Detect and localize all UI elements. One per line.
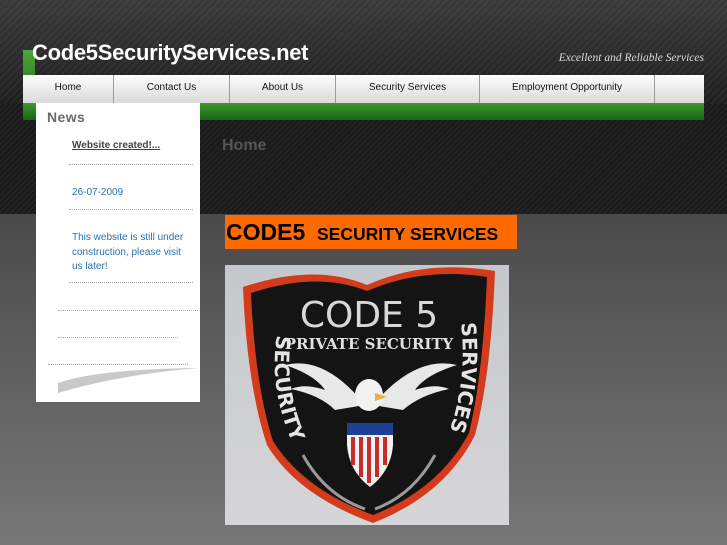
nav-home[interactable]: Home [23, 75, 114, 103]
news-item-date: 26-07-2009 [72, 187, 124, 198]
swoosh-decoration [58, 368, 198, 393]
main-nav: Home Contact Us About Us Security Servic… [23, 75, 704, 103]
nav-security-services[interactable]: Security Services [336, 75, 480, 103]
site-title[interactable]: Code5SecurityServices.net [32, 40, 309, 66]
site-tagline: Excellent and Reliable Services [558, 52, 704, 64]
nav-empty-slot [655, 75, 704, 103]
banner-code5: CODE5 [226, 219, 306, 245]
news-title: News [47, 109, 86, 125]
badge-line2: PRIVATE SECURITY [285, 335, 454, 353]
page-title: Home [222, 137, 267, 154]
company-banner: CODE5 SECURITY SERVICES [225, 215, 517, 249]
divider [69, 209, 193, 210]
news-item-link[interactable]: Website created!... [72, 140, 160, 151]
news-sidebar: News Website created!... 26-07-2009 This… [36, 103, 200, 402]
divider [58, 310, 198, 311]
divider [69, 164, 193, 165]
security-badge-photo: CODE 5 PRIVATE SECURITY SECURITY SERVICE… [225, 265, 509, 525]
nav-contact-us[interactable]: Contact Us [114, 75, 230, 103]
divider [69, 282, 193, 283]
news-item-text: This website is still under construction… [72, 232, 184, 272]
banner-security-services: SECURITY SERVICES [317, 224, 499, 244]
divider [58, 337, 178, 338]
nav-employment-opportunity[interactable]: Employment Opportunity [480, 75, 655, 103]
nav-about-us[interactable]: About Us [230, 75, 336, 103]
badge-line1: CODE 5 [300, 295, 438, 336]
